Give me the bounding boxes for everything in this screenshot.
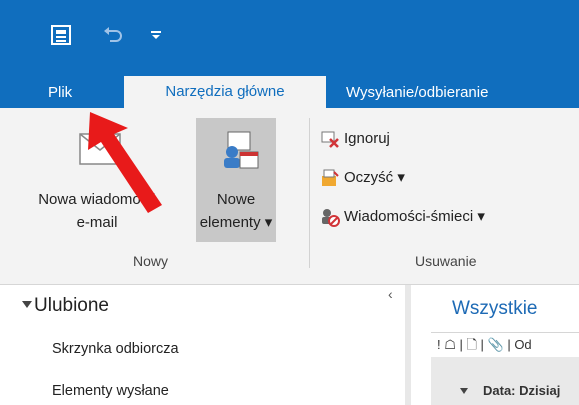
collapse-favorites-icon[interactable] — [22, 301, 32, 308]
folder-sent[interactable]: Elementy wysłane — [52, 383, 169, 399]
filter-all-tab[interactable]: Wszystkie — [452, 298, 538, 320]
expand-group-icon[interactable] — [460, 388, 468, 394]
date-group-label: Data: Dzisiaj — [483, 383, 561, 398]
columns-header-label: ! ☖ | 🗋 | 📎 | Od — [437, 337, 532, 352]
minimize-pane-icon[interactable]: ‹ — [388, 286, 393, 302]
folder-inbox[interactable]: Skrzynka odbiorcza — [52, 341, 179, 357]
column-header-row[interactable]: ! ☖ | 🗋 | 📎 | Od — [431, 332, 579, 358]
favorites-header[interactable]: Ulubione — [34, 295, 109, 317]
